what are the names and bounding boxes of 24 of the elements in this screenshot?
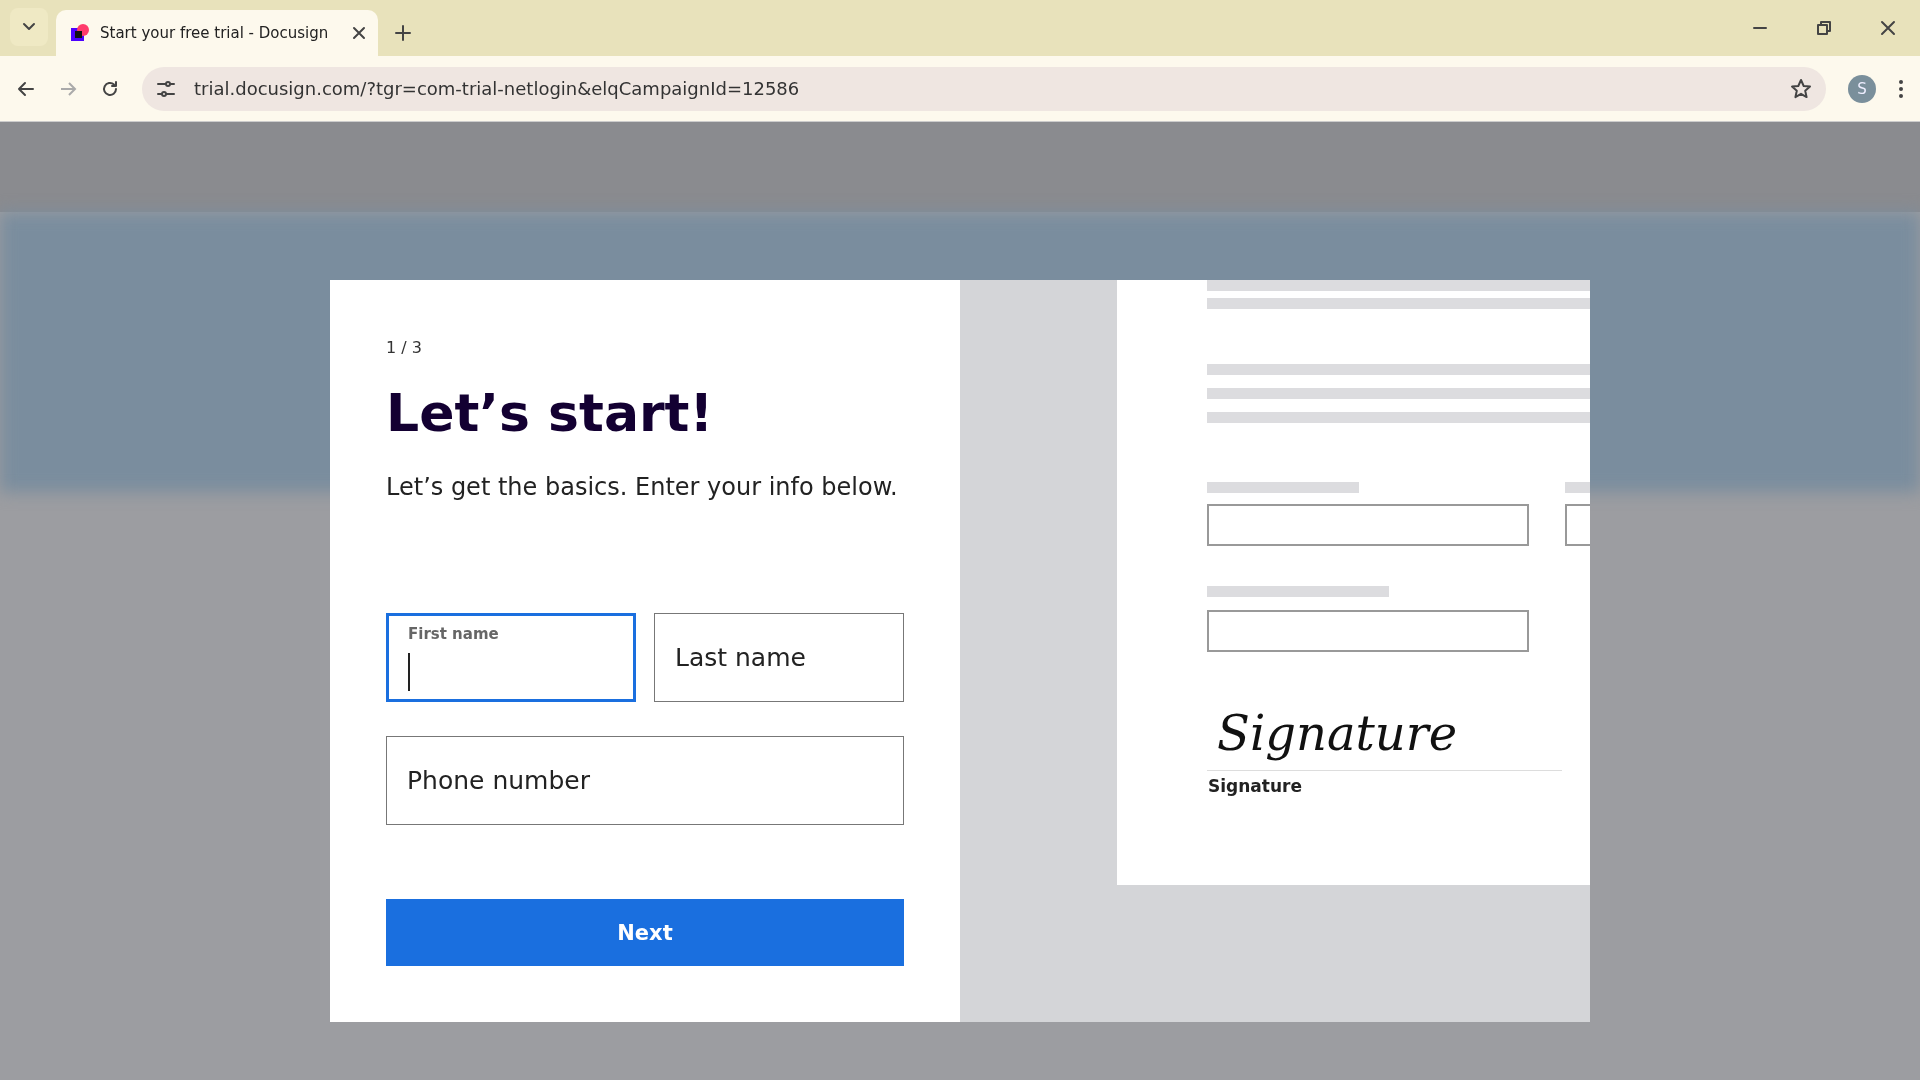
browser-tab[interactable]: Start your free trial - Docusign: [56, 10, 378, 56]
close-tab-icon[interactable]: [352, 26, 366, 40]
step-counter: 1 / 3: [386, 338, 422, 357]
menu-icon[interactable]: [1898, 78, 1904, 99]
site-logo-icon: [70, 23, 90, 43]
address-bar[interactable]: trial.docusign.com/?tgr=com-trial-netlogin&elqCampaignId=12586: [142, 66, 1826, 111]
input-field[interactable]: Phone number: [386, 736, 904, 825]
subtitle: Let’s get the basics. Enter your info below.: [386, 473, 898, 501]
input-field[interactable]: Last name: [654, 613, 904, 702]
url-text: trial.docusign.com/?tgr=com-trial-netlogin&elqCampaignId=12586: [194, 78, 801, 99]
star-icon[interactable]: [1790, 77, 1812, 100]
reload-icon[interactable]: [100, 78, 120, 99]
tab-list-button[interactable]: [10, 8, 48, 46]
new-tab-icon[interactable]: [394, 24, 412, 42]
input-field[interactable]: [386, 613, 636, 702]
tab-title: Start your free trial - Docusign: [100, 24, 330, 42]
signature-caption: Signature: [1208, 776, 1302, 796]
text-cursor: [408, 653, 410, 691]
heading: Let’s start!: [386, 383, 714, 443]
next-button[interactable]: Next: [386, 899, 904, 966]
signature-script: Signature: [1217, 705, 1458, 761]
site-settings-icon[interactable]: [156, 79, 176, 98]
chevron-down-icon[interactable]: [22, 22, 36, 32]
field-label: First name: [408, 625, 499, 643]
